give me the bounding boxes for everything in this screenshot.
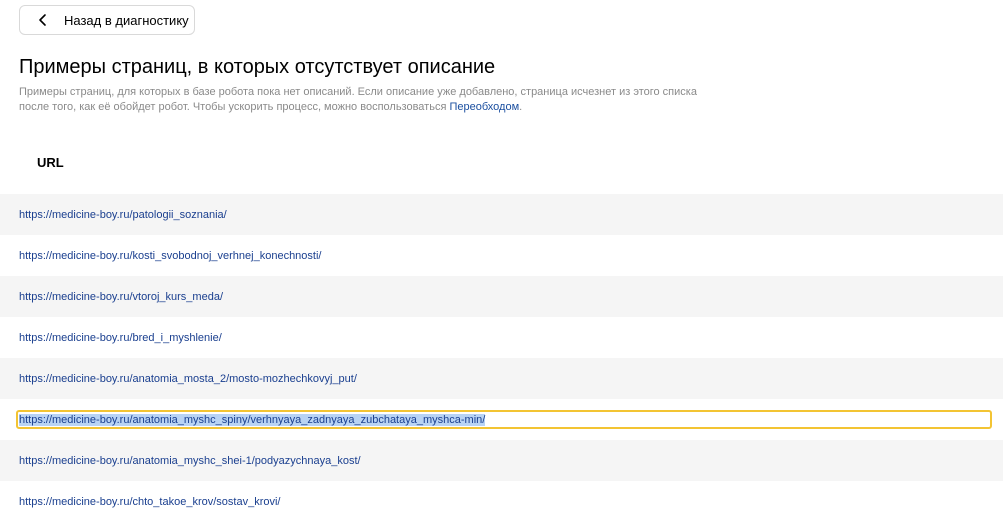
table-row: https://medicine-boy.ru/vtoroj_kurs_meda… [0,276,1003,317]
recrawl-link[interactable]: Переобходом [449,101,519,113]
url-link[interactable]: https://medicine-boy.ru/bred_i_myshlenie… [19,332,222,344]
table-row: https://medicine-boy.ru/bred_i_myshlenie… [0,317,1003,358]
url-link[interactable]: https://medicine-boy.ru/anatomia_mosta_2… [19,373,357,385]
url-link[interactable]: https://medicine-boy.ru/chto_takoe_krov/… [19,496,280,508]
back-to-diagnostics-button[interactable]: Назад в диагностику [19,5,195,35]
table-row-selected: https://medicine-boy.ru/anatomia_myshc_s… [0,399,1003,440]
description-suffix: . [519,101,523,113]
table-row: https://medicine-boy.ru/anatomia_mosta_2… [0,358,1003,399]
url-link[interactable]: https://medicine-boy.ru/anatomia_myshc_s… [19,413,486,426]
url-link[interactable]: https://medicine-boy.ru/patologii_soznan… [19,209,227,221]
description-text: Примеры страниц, для которых в базе робо… [19,86,697,113]
page-description: Примеры страниц, для которых в базе робо… [19,85,719,115]
url-column-header: URL [37,155,64,170]
page-title: Примеры страниц, в которых отсутствует о… [19,56,496,78]
back-button-label: Назад в диагностику [64,12,189,28]
url-table: https://medicine-boy.ru/patologii_soznan… [0,194,1003,522]
table-row: https://medicine-boy.ru/anatomia_myshc_s… [0,440,1003,481]
table-row: https://medicine-boy.ru/chto_takoe_krov/… [0,481,1003,522]
url-link[interactable]: https://medicine-boy.ru/vtoroj_kurs_meda… [19,291,223,303]
table-row: https://medicine-boy.ru/patologii_soznan… [0,194,1003,235]
selection-highlight: https://medicine-boy.ru/anatomia_myshc_s… [16,410,992,429]
table-row: https://medicine-boy.ru/kosti_svobodnoj_… [0,235,1003,276]
url-link[interactable]: https://medicine-boy.ru/kosti_svobodnoj_… [19,250,321,262]
chevron-left-icon [39,14,46,26]
url-link[interactable]: https://medicine-boy.ru/anatomia_myshc_s… [19,455,361,467]
